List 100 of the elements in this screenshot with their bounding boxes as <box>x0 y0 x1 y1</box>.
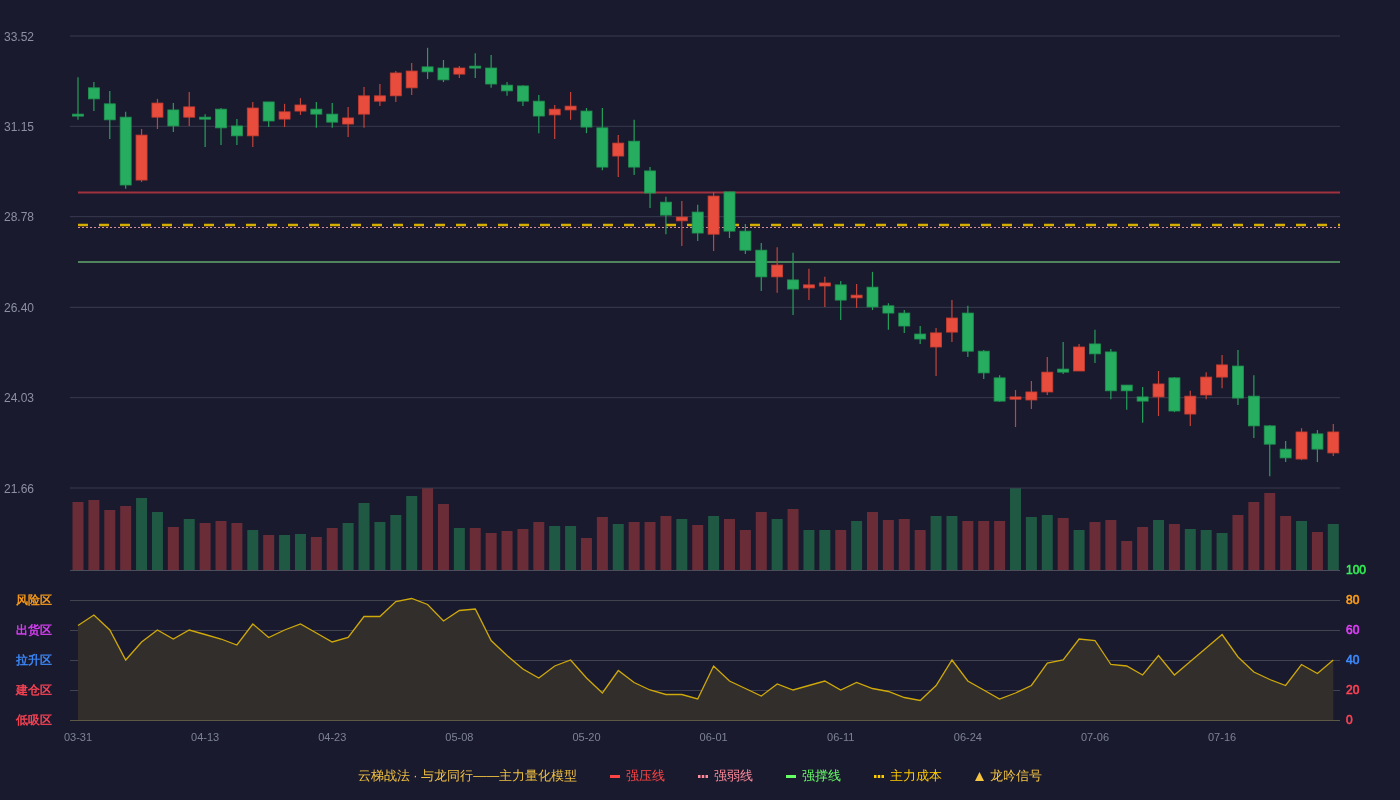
candlestick <box>88 81 100 112</box>
candlestick <box>866 271 879 311</box>
candlestick <box>977 349 990 380</box>
candlestick <box>850 283 863 309</box>
candlestick <box>739 223 752 255</box>
date-axis-label: 07-16 <box>1208 731 1237 743</box>
legend-label: 强撑线 <box>802 767 842 786</box>
candlestick <box>882 302 895 331</box>
candlestick <box>469 52 482 79</box>
candlestick <box>930 327 942 377</box>
candlestick <box>278 103 291 128</box>
candlestick <box>405 62 418 96</box>
candlestick <box>358 86 370 129</box>
candlestick <box>1216 354 1228 389</box>
candlestick <box>246 101 259 148</box>
date-axis-label: 04-13 <box>191 731 220 743</box>
candlestick <box>421 47 434 80</box>
candlestick <box>453 65 466 79</box>
candlestick <box>1279 440 1292 463</box>
candlestick <box>294 97 307 116</box>
candlestick <box>1136 386 1149 424</box>
candlestick <box>834 280 847 321</box>
candlestick <box>675 200 688 247</box>
candlestick <box>1089 329 1101 364</box>
candlestick <box>1263 424 1276 477</box>
price-axis-label: 21.66 <box>4 481 35 496</box>
candlestick <box>517 84 529 107</box>
price-axis-label: 28.78 <box>4 210 35 225</box>
price-axis-label: 24.03 <box>4 391 35 406</box>
candlestick <box>803 268 815 301</box>
candlestick <box>946 299 958 343</box>
candlestick <box>437 59 450 83</box>
candlestick <box>707 191 720 252</box>
candlestick <box>1025 380 1038 410</box>
date-axis-label: 05-08 <box>445 731 474 743</box>
indicator-axis-label: 20 <box>1346 683 1360 697</box>
candlestick <box>660 196 672 235</box>
date-axis-label: 06-01 <box>699 731 728 743</box>
indicator-axis-label: 40 <box>1346 653 1360 667</box>
legend-label: 强弱线 <box>714 767 754 786</box>
candlestick <box>961 305 974 358</box>
zone-label: 低吸区 <box>16 713 52 727</box>
zone-label: 风险区 <box>16 593 52 607</box>
legend-title: 云梯战法 · 与龙同行——主力量化模型 <box>357 767 578 786</box>
date-axis-label: 04-23 <box>318 731 347 743</box>
candlestick <box>485 54 498 89</box>
date-axis-label: 07-06 <box>1080 731 1110 743</box>
candlestick <box>103 90 116 140</box>
candlestick <box>644 166 656 209</box>
candlestick <box>183 91 196 127</box>
candlestick <box>135 128 148 183</box>
legend-label: 主力成本 <box>890 767 943 786</box>
candlestick <box>993 374 1006 403</box>
candlestick <box>1168 376 1181 413</box>
candlestick <box>596 107 609 171</box>
candlestick <box>548 104 561 140</box>
zone-label: 拉升区 <box>16 653 52 667</box>
candlestick <box>1200 371 1213 400</box>
candlestick <box>262 101 275 128</box>
date-axis-label: 06-24 <box>953 731 982 743</box>
legend-label: 强压线 <box>626 767 666 786</box>
candlestick <box>914 325 927 345</box>
indicator-axis-label: 100 <box>1346 563 1367 577</box>
candlestick <box>374 83 386 107</box>
zone-label: 建仓区 <box>16 683 52 697</box>
candlestick <box>1057 341 1070 375</box>
candlestick <box>898 309 911 334</box>
candlestick <box>771 246 784 294</box>
candlestick <box>167 102 180 133</box>
date-axis-label: 05-20 <box>572 731 601 743</box>
date-axis-label: 06-11 <box>827 731 855 743</box>
candlestick <box>1295 427 1308 461</box>
candlestick <box>1104 348 1117 400</box>
candlestick <box>231 118 243 146</box>
candlestick <box>564 91 577 121</box>
price-axis-label: 31.15 <box>4 119 35 134</box>
candlestick <box>755 242 768 292</box>
candlestick <box>1152 370 1165 417</box>
candlestick <box>1009 389 1022 428</box>
candlestick <box>691 204 704 242</box>
candlestick <box>342 106 355 138</box>
date-axis-label: 03-31 <box>63 731 93 743</box>
candlestick <box>818 276 831 308</box>
price-axis-label: 33.52 <box>4 29 35 44</box>
indicator-axis-label: 80 <box>1346 593 1360 607</box>
candlestick <box>787 252 799 316</box>
candlestick <box>1232 349 1244 406</box>
candlestick <box>532 94 545 134</box>
candlestick <box>326 102 339 129</box>
candlestick <box>389 70 402 103</box>
candlestick <box>501 81 513 97</box>
candlestick <box>1041 356 1054 396</box>
candlestick <box>310 101 323 129</box>
candlestick <box>1247 374 1260 439</box>
price-axis-label: 26.40 <box>4 300 35 315</box>
candlestick <box>1311 429 1324 463</box>
candlestick <box>580 107 593 134</box>
candlestick <box>612 134 625 178</box>
candlestick <box>628 119 641 176</box>
candlestick <box>1184 390 1197 427</box>
